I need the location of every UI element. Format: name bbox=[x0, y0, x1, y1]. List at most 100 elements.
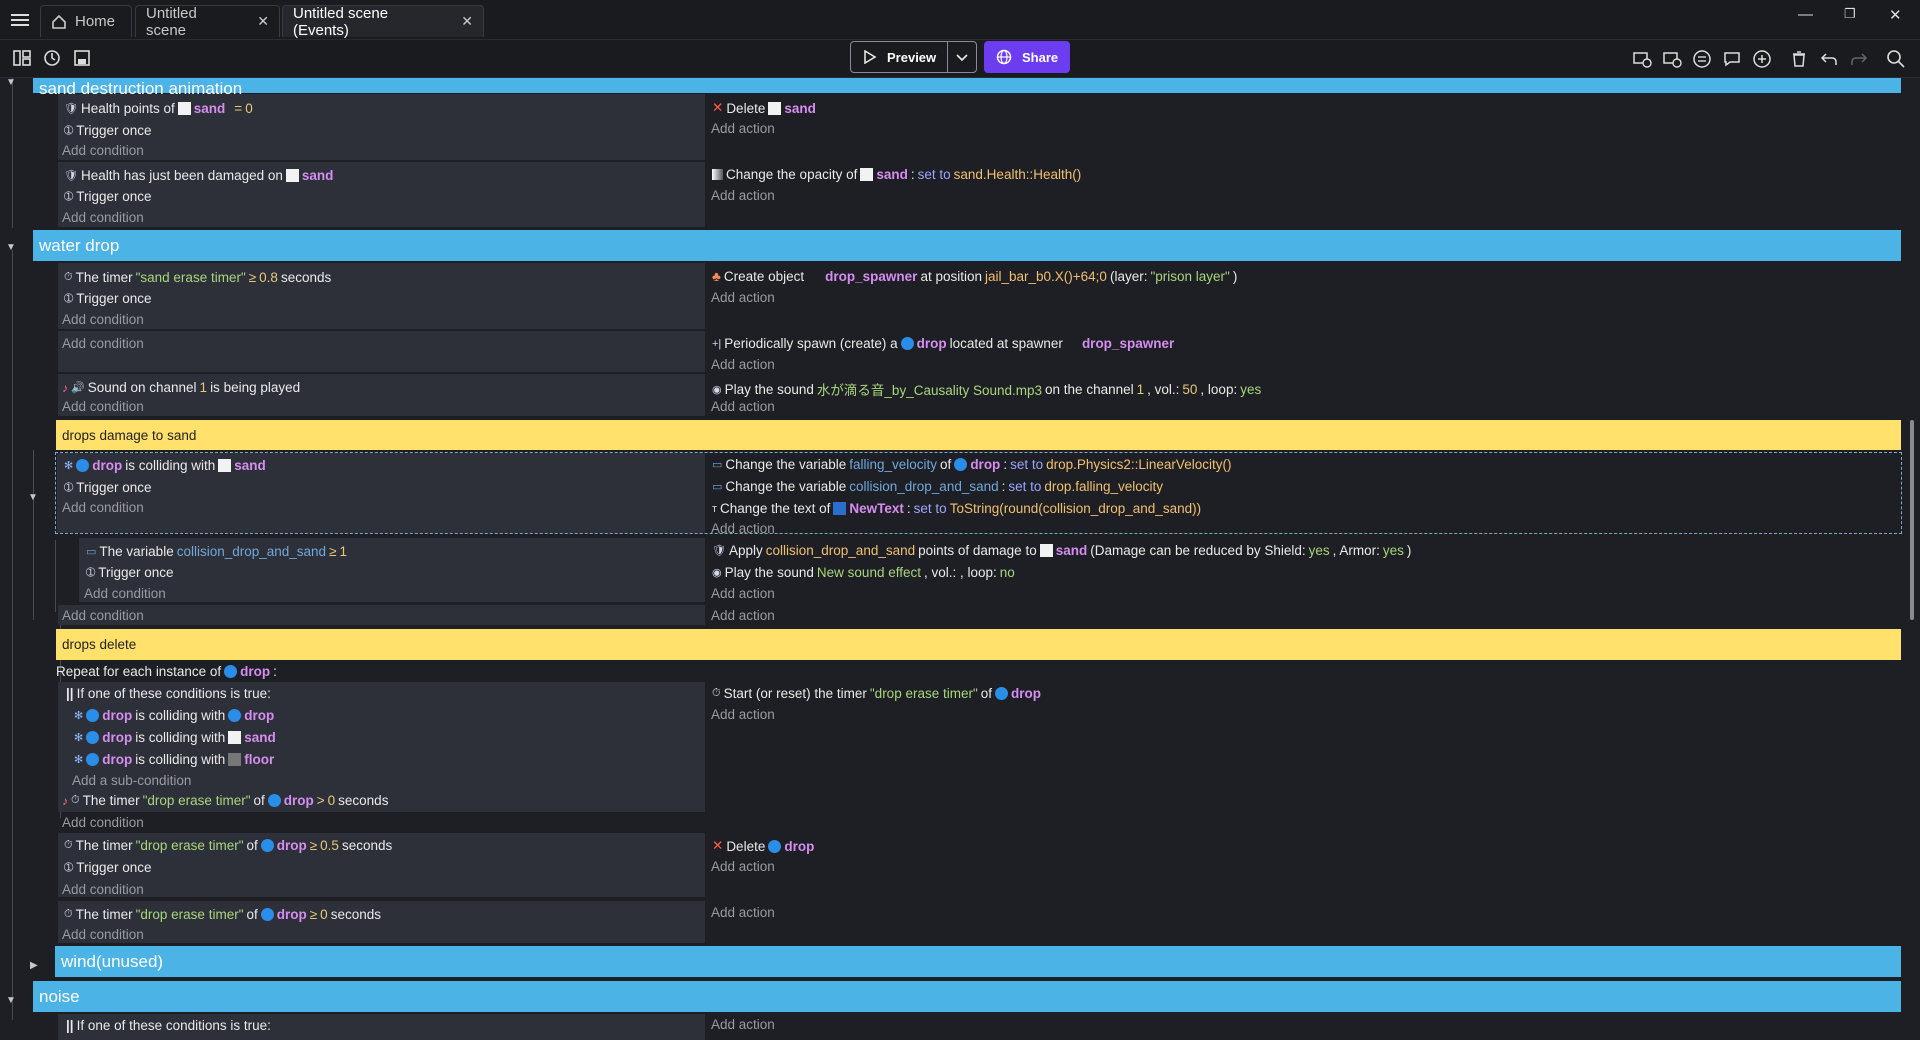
or-condition[interactable]: || If one of these conditions is true: bbox=[66, 686, 271, 701]
condition[interactable]: ♪ ⏱ The timer "drop erase timer" of drop… bbox=[62, 793, 388, 808]
drop-object-icon bbox=[954, 458, 968, 471]
add-action-link[interactable]: Add action bbox=[711, 357, 775, 372]
tab-scene[interactable]: Untitled scene ✕ bbox=[135, 5, 280, 39]
action[interactable]: ▭ Change the variable collision_drop_and… bbox=[712, 479, 1163, 494]
chevron-down-icon[interactable]: ▼ bbox=[6, 995, 16, 1006]
conditions-panel[interactable] bbox=[58, 331, 705, 372]
group-header[interactable]: wind(unused) bbox=[55, 946, 1901, 977]
add-action-link[interactable]: Add action bbox=[711, 608, 775, 623]
close-icon[interactable]: ✕ bbox=[257, 13, 269, 30]
condition[interactable]: ♪ 🔊 Sound on channel 1 is being played bbox=[62, 380, 300, 395]
conditions-panel[interactable] bbox=[58, 605, 705, 625]
add-condition-link[interactable]: Add condition bbox=[62, 312, 144, 327]
condition[interactable]: ⏱ The timer "drop erase timer" of drop ≥… bbox=[64, 907, 381, 922]
add-event-icon[interactable] bbox=[1632, 49, 1652, 69]
condition[interactable]: ➀ Trigger once bbox=[86, 565, 174, 580]
add-comment-icon[interactable] bbox=[1722, 49, 1742, 69]
group-header[interactable]: noise bbox=[33, 981, 1901, 1012]
sound-icon: ◉ bbox=[712, 567, 722, 579]
scrollbar[interactable] bbox=[1910, 420, 1914, 620]
add-action-link[interactable]: Add action bbox=[711, 399, 775, 414]
add-icon[interactable] bbox=[1752, 49, 1772, 69]
chevron-down-icon[interactable]: ▼ bbox=[6, 242, 16, 253]
repeat-header[interactable]: Repeat for each instance of drop: bbox=[56, 664, 277, 679]
minimize-icon[interactable]: — bbox=[1798, 6, 1813, 23]
add-action-link[interactable]: Add action bbox=[711, 586, 775, 601]
action[interactable]: ♣ Create object drop_spawner at position… bbox=[712, 269, 1237, 284]
refresh-icon[interactable] bbox=[42, 48, 62, 68]
condition[interactable]: 🛡 Health has just been damaged on sand bbox=[64, 168, 333, 183]
condition[interactable]: ➀ Trigger once bbox=[64, 860, 152, 875]
add-action-link[interactable]: Add action bbox=[711, 290, 775, 305]
condition[interactable]: ➀ Trigger once bbox=[64, 123, 152, 138]
or-condition[interactable]: || If one of these conditions is true: bbox=[66, 1018, 271, 1033]
add-action-link[interactable]: Add action bbox=[711, 1017, 775, 1032]
sub-condition[interactable]: ✻ drop is colliding with floor bbox=[74, 752, 274, 767]
add-action-link[interactable]: Add action bbox=[711, 707, 775, 722]
add-group-icon[interactable] bbox=[1692, 49, 1712, 69]
action[interactable]: 🛡 Apply collision_drop_and_sand points o… bbox=[712, 543, 1411, 558]
condition[interactable]: ➀ Trigger once bbox=[64, 480, 152, 495]
comment[interactable]: drops delete bbox=[56, 629, 1901, 660]
action[interactable]: ✕ Delete sand bbox=[712, 100, 816, 116]
trash-icon[interactable] bbox=[1789, 49, 1809, 69]
menu-icon[interactable] bbox=[10, 10, 30, 30]
add-condition-link[interactable]: Add condition bbox=[62, 608, 144, 623]
chevron-down-icon[interactable]: ▼ bbox=[28, 492, 38, 503]
chevron-right-icon[interactable]: ▶ bbox=[30, 960, 38, 971]
action[interactable]: ◉ Play the sound 水が滴る音_by_Causality Soun… bbox=[712, 379, 1261, 399]
sub-condition[interactable]: ✻ drop is colliding with sand bbox=[74, 730, 276, 745]
search-icon[interactable] bbox=[1886, 49, 1906, 69]
add-condition-link[interactable]: Add condition bbox=[62, 500, 144, 515]
tab-home[interactable]: Home bbox=[40, 5, 132, 37]
condition[interactable]: ➀ Trigger once bbox=[64, 291, 152, 306]
close-window-icon[interactable]: ✕ bbox=[1889, 6, 1902, 24]
add-action-link[interactable]: Add action bbox=[711, 521, 775, 536]
action[interactable]: Change the opacity of sand: set to sand.… bbox=[712, 167, 1081, 182]
add-action-link[interactable]: Add action bbox=[711, 188, 775, 203]
inverted-icon: ♪ bbox=[62, 793, 68, 808]
condition[interactable]: ⏱ The timer "sand erase timer" ≥ 0.8 sec… bbox=[64, 270, 331, 285]
action[interactable]: ◉ Play the sound New sound effect , vol.… bbox=[712, 565, 1015, 580]
undo-icon[interactable] bbox=[1819, 49, 1839, 69]
action[interactable]: ▭ Change the variable falling_velocity o… bbox=[712, 457, 1231, 472]
sub-condition[interactable]: ✻ drop is colliding with drop bbox=[74, 708, 274, 723]
add-condition-link[interactable]: Add condition bbox=[62, 336, 144, 351]
condition[interactable]: 🛡 Health points of sand = 0 bbox=[64, 101, 253, 116]
chevron-down-icon[interactable] bbox=[955, 50, 969, 64]
add-subevent-icon[interactable] bbox=[1662, 49, 1682, 69]
tab-events[interactable]: Untitled scene (Events) ✕ bbox=[282, 5, 484, 39]
add-action-link[interactable]: Add action bbox=[711, 905, 775, 920]
panels-icon[interactable] bbox=[12, 48, 32, 68]
group-header[interactable]: sand destruction animation bbox=[33, 78, 1901, 97]
preview-button[interactable]: Preview bbox=[850, 41, 977, 73]
save-icon[interactable] bbox=[72, 48, 92, 68]
restore-icon[interactable]: ❐ bbox=[1844, 6, 1856, 22]
add-condition-link[interactable]: Add condition bbox=[62, 882, 144, 897]
action[interactable]: ✕ Delete drop bbox=[712, 838, 814, 854]
comment[interactable]: drops damage to sand bbox=[56, 420, 1901, 450]
condition[interactable]: ➀ Trigger once bbox=[64, 189, 152, 204]
condition[interactable]: ✻ drop is colliding with sand bbox=[64, 458, 266, 473]
action[interactable]: ᴛ Change the text of NewText: set to ToS… bbox=[712, 501, 1201, 516]
text-object-icon bbox=[833, 502, 847, 515]
add-condition-link[interactable]: Add condition bbox=[62, 815, 144, 830]
add-condition-link[interactable]: Add condition bbox=[84, 586, 166, 601]
add-action-link[interactable]: Add action bbox=[711, 859, 775, 874]
group-header[interactable]: water drop bbox=[33, 230, 1901, 261]
share-button[interactable]: Share bbox=[984, 41, 1070, 73]
add-subcondition-link[interactable]: Add a sub-condition bbox=[72, 773, 191, 788]
add-condition-link[interactable]: Add condition bbox=[62, 210, 144, 225]
chevron-down-icon[interactable]: ▼ bbox=[6, 78, 16, 88]
action[interactable]: ⏱ Start (or reset) the timer "drop erase… bbox=[712, 686, 1041, 701]
action[interactable]: +| Periodically spawn (create) a drop lo… bbox=[712, 336, 1174, 351]
add-condition-link[interactable]: Add condition bbox=[62, 927, 144, 942]
close-icon[interactable]: ✕ bbox=[461, 13, 473, 30]
sand-object-icon bbox=[218, 459, 232, 472]
or-icon: || bbox=[66, 686, 74, 701]
condition[interactable]: ⏱ The timer "drop erase timer" of drop ≥… bbox=[64, 838, 392, 853]
condition[interactable]: ▭ The variable collision_drop_and_sand ≥… bbox=[86, 544, 347, 559]
add-condition-link[interactable]: Add condition bbox=[62, 143, 144, 158]
add-condition-link[interactable]: Add condition bbox=[62, 399, 144, 414]
add-action-link[interactable]: Add action bbox=[711, 121, 775, 136]
